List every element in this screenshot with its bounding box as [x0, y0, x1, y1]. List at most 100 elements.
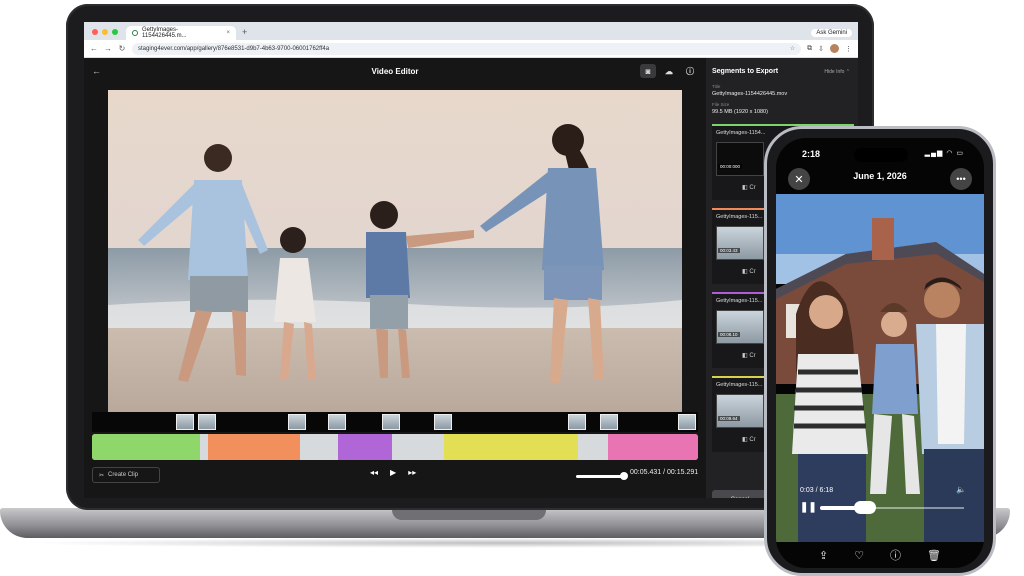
timeline-thumbnail	[382, 414, 400, 430]
forward-arrow-icon[interactable]: →	[104, 44, 112, 53]
timeline-thumbnail-strip	[92, 412, 698, 432]
video-editor: ← Video Editor ◙ ☁ ⓘ ✂ Create Clip ◂◂ ▶ …	[84, 58, 706, 498]
editor-toolbar: ◙ ☁ ⓘ	[640, 64, 698, 78]
segment-thumbnail	[716, 394, 764, 428]
timeline-thumbnail	[176, 414, 194, 430]
site-favicon-icon	[132, 30, 138, 36]
play-icon[interactable]: ▶	[390, 468, 396, 477]
sidebar-title: Segments to Export	[712, 68, 779, 75]
cloud-download-icon[interactable]: ☁	[661, 64, 677, 78]
phone-device: 2:18 ▂▄▆ ◠ ▭ ✕ June 1, 2026 ••• 0:03 / 6…	[764, 126, 996, 576]
browser-tab[interactable]: GettyImages-1154426445.m... ×	[126, 26, 236, 40]
trash-icon[interactable]: 🗑	[927, 549, 941, 562]
segment-green[interactable]	[92, 434, 200, 460]
file-title-value: GettyImages-1154426445.mov	[712, 91, 788, 97]
playback-controls: ✂ Create Clip ◂◂ ▶ ▸▸ 00:05.431 / 00:15.…	[84, 462, 706, 490]
phone-screen: 2:18 ▂▄▆ ◠ ▭ ✕ June 1, 2026 ••• 0:03 / 6…	[776, 138, 984, 568]
editor-back-icon[interactable]: ←	[92, 66, 101, 76]
downloads-icon[interactable]: ⇩	[818, 45, 824, 53]
window-controls	[84, 29, 126, 40]
laptop-screen: GettyImages-1154426445.m... × + Ask Gemi…	[84, 22, 858, 498]
timeline-thumbnail	[434, 414, 452, 430]
phone-clock: 2:18	[802, 149, 821, 159]
segment-name: GettyImages-1154...	[716, 130, 766, 136]
file-size-value: 99.5 MB (1920 x 1080)	[712, 109, 768, 115]
segment-start-time: 00:09.64	[718, 416, 740, 421]
segment-yellow[interactable]	[444, 434, 578, 460]
timeline-thumbnail	[288, 414, 306, 430]
url-text: staging4ever.com/app/gallery/876e8531-d9…	[138, 45, 330, 52]
segment-options-icon[interactable]: ◧ Cr	[742, 352, 756, 359]
segment-thumbnail	[716, 226, 764, 260]
fast-forward-icon[interactable]: ▸▸	[408, 468, 416, 477]
more-options-icon[interactable]: •••	[950, 168, 972, 190]
extensions-icon[interactable]: ⧉	[807, 45, 812, 53]
close-window-button[interactable]	[92, 29, 98, 35]
editor-header: ← Video Editor ◙ ☁ ⓘ	[84, 58, 706, 84]
file-size-label: File Size	[712, 102, 730, 107]
pause-icon[interactable]: ❚❚	[800, 502, 817, 513]
cancel-button[interactable]: Cancel	[712, 490, 768, 498]
timeline-thumbnail	[568, 414, 586, 430]
timeline-thumbnail	[328, 414, 346, 430]
dynamic-island	[854, 148, 908, 162]
info-icon[interactable]: ⓘ	[890, 547, 901, 563]
tab-close-icon[interactable]: ×	[227, 30, 231, 36]
video-preview[interactable]	[108, 90, 682, 412]
camera-icon[interactable]: ◙	[640, 64, 656, 78]
rewind-icon[interactable]: ◂◂	[370, 468, 378, 477]
share-icon[interactable]: ⇪	[819, 549, 828, 562]
browser-menu-icon[interactable]: ⋮	[845, 45, 852, 53]
back-arrow-icon[interactable]: ←	[90, 44, 98, 53]
segment-name: GettyImages-115...	[716, 214, 763, 220]
new-tab-button[interactable]: +	[236, 27, 253, 40]
volume-slider-handle[interactable]	[620, 472, 628, 480]
segment-start-time: 00:03.43	[718, 248, 740, 253]
tab-title: GettyImages-1154426445.m...	[142, 27, 187, 39]
reload-icon[interactable]: ↻	[118, 44, 126, 53]
elapsed-time: 0:03	[800, 487, 814, 494]
ask-gemini-button[interactable]: Ask Gemini	[811, 29, 852, 37]
segment-start-time: 00:08.10	[718, 332, 740, 337]
minimize-window-button[interactable]	[102, 29, 108, 35]
maximize-window-button[interactable]	[112, 29, 118, 35]
segment-options-icon[interactable]: ◧ Cr	[742, 268, 756, 275]
segment-pink[interactable]	[608, 434, 698, 460]
segment-name: GettyImages-115...	[716, 298, 763, 304]
timeline-thumbnail	[198, 414, 216, 430]
segment-purple[interactable]	[338, 434, 392, 460]
total-time: 6:18	[819, 487, 834, 494]
marketing-scene: GettyImages-1154426445.m... × + Ask Gemi…	[0, 0, 1024, 576]
info-icon[interactable]: ⓘ	[682, 64, 698, 78]
volume-icon[interactable]: 🔈	[956, 485, 966, 494]
profile-avatar[interactable]	[830, 44, 839, 53]
segment-options-icon[interactable]: ◧ Cr	[742, 436, 756, 443]
heart-icon[interactable]: ♡	[854, 549, 864, 562]
segment-thumbnail	[716, 142, 764, 176]
timeline-thumbnail	[678, 414, 696, 430]
create-clip-button[interactable]: ✂ Create Clip	[92, 467, 160, 483]
transport-buttons: ◂◂ ▶ ▸▸	[370, 468, 416, 477]
segment-options-icon[interactable]: ◧ Cr	[742, 184, 756, 191]
editor-title: Video Editor	[371, 66, 419, 76]
url-field[interactable]: staging4ever.com/app/gallery/876e8531-d9…	[132, 42, 802, 55]
status-icons: ▂▄▆ ◠ ▭	[924, 150, 964, 157]
segment-start-time: 00:00:000	[718, 164, 743, 169]
segment-orange[interactable]	[208, 434, 300, 460]
hide-info-toggle[interactable]: Hide Info ⌃	[824, 69, 850, 75]
segment-timeline[interactable]	[92, 434, 698, 460]
segment-thumbnail	[716, 310, 764, 344]
timeline-thumbnail	[600, 414, 618, 430]
beach-family-photo	[108, 90, 682, 412]
video-time: 0:03 / 6:18	[800, 487, 834, 494]
segment-name: GettyImages-115...	[716, 382, 763, 388]
bookmark-star-icon[interactable]: ☆	[790, 45, 795, 52]
playback-time: 00:05.431 / 00:15.291	[630, 469, 699, 476]
phone-action-bar: ⇪ ♡ ⓘ 🗑	[776, 542, 984, 568]
scissors-icon: ✂	[99, 472, 105, 479]
volume-slider[interactable]	[576, 475, 622, 478]
browser-tab-bar: GettyImages-1154426445.m... × + Ask Gemi…	[84, 22, 858, 40]
create-clip-label: Create Clip	[108, 472, 139, 478]
video-progress-handle[interactable]	[854, 501, 876, 514]
browser-address-bar: ← → ↻ staging4ever.com/app/gallery/876e8…	[84, 40, 858, 58]
